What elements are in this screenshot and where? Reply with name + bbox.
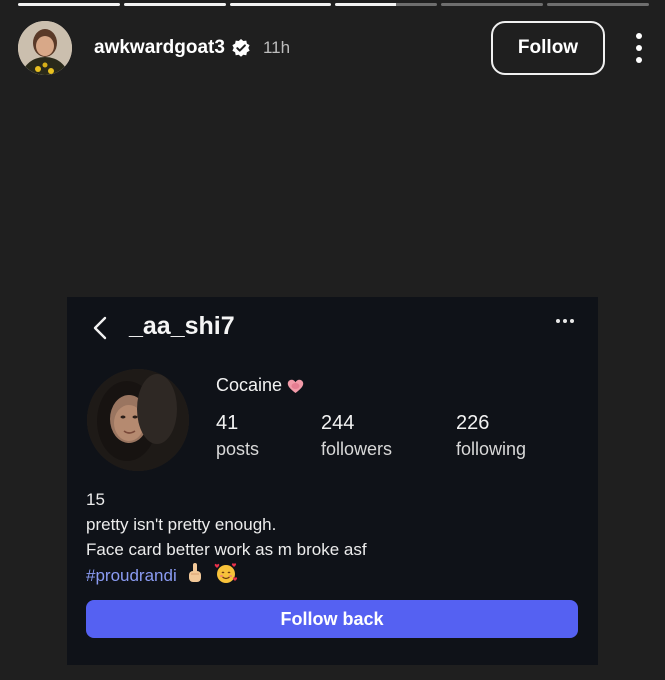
- stat-label: followers: [321, 439, 393, 459]
- bio-line: pretty isn't pretty enough.: [86, 515, 277, 534]
- stat-value: 226: [456, 412, 490, 434]
- stat-posts: 41 posts: [216, 412, 259, 460]
- stat-label: following: [456, 439, 527, 459]
- display-name-text: Cocaine: [216, 375, 283, 395]
- stat-value: 244: [321, 412, 355, 434]
- stat-value: 41: [216, 412, 239, 434]
- progress-segment: [229, 3, 332, 6]
- progress-segment: [123, 3, 226, 6]
- more-horizontal-icon: [556, 319, 574, 323]
- stat-followers: 244 followers: [321, 412, 392, 460]
- follow-back-button: Follow back: [86, 600, 578, 638]
- bio-line: Face card better work as m broke asf: [86, 540, 367, 559]
- story-header: awkwardgoat3 11h Follow: [18, 20, 645, 76]
- bio-hashtag: #proudrandi: [86, 565, 177, 585]
- heart-emoji-icon: [287, 378, 304, 393]
- progress-segment: [18, 3, 120, 6]
- profile-username: _aa_shi7: [129, 312, 235, 340]
- profile-screenshot-card: _aa_shi7 Cocaine 41 posts 244 followers …: [67, 297, 598, 665]
- post-time: 11h: [262, 38, 291, 57]
- smiling-hearts-emoji-icon: [214, 562, 238, 591]
- profile-avatar: [87, 369, 189, 471]
- profile-display-name: Cocaine: [216, 375, 304, 396]
- profile-bio: 15 pretty isn't pretty enough. Face card…: [86, 487, 367, 591]
- middle-finger-emoji-icon: [187, 562, 203, 591]
- progress-segment-current: [335, 3, 438, 6]
- author-username[interactable]: awkwardgoat3: [94, 37, 225, 59]
- author-avatar[interactable]: [18, 21, 72, 75]
- verified-badge-icon: [231, 38, 251, 58]
- bio-line: #proudrandi: [86, 562, 367, 591]
- progress-segment: [547, 3, 649, 6]
- more-vertical-icon[interactable]: [633, 33, 645, 63]
- follow-button[interactable]: Follow: [491, 21, 605, 75]
- back-chevron-icon: [91, 316, 111, 340]
- bio-line: 15: [86, 490, 105, 509]
- progress-segment: [441, 3, 544, 6]
- stat-following: 226 following: [456, 412, 526, 460]
- story-progress-bar: [18, 3, 649, 6]
- stat-label: posts: [216, 439, 260, 459]
